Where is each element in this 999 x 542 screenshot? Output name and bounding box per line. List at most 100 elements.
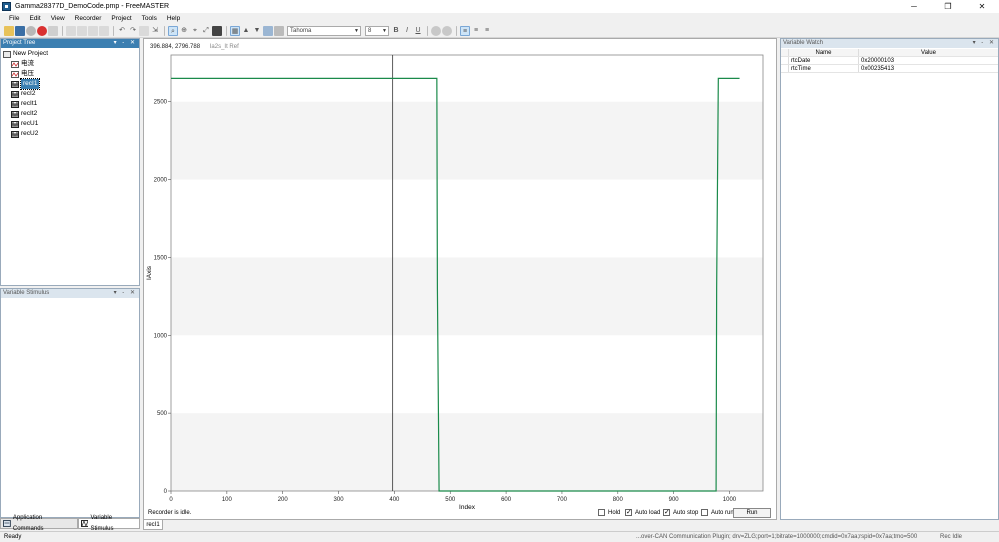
italic-icon[interactable]: I <box>402 26 412 36</box>
restore-button[interactable]: ❐ <box>931 0 965 13</box>
column-name[interactable]: Name <box>789 49 859 56</box>
status-ready: Ready <box>4 534 22 540</box>
auto-run-checkbox[interactable] <box>701 509 708 516</box>
column-value[interactable]: Value <box>859 49 998 56</box>
tree-item[interactable]: recI2 <box>11 89 35 99</box>
menu-recorder[interactable]: Recorder <box>70 13 107 24</box>
print-icon[interactable] <box>139 25 149 36</box>
scale-icon[interactable]: ⇲ <box>150 26 160 36</box>
tab-recI1[interactable]: recI1 <box>143 520 163 530</box>
font-name-select[interactable]: Tahoma ▼ <box>287 25 361 36</box>
cut-icon[interactable] <box>99 25 109 36</box>
recorder-icon <box>11 90 19 98</box>
select-icon[interactable]: ⊕ <box>179 26 189 36</box>
bold-icon[interactable]: B <box>391 26 401 36</box>
tree-item-label: recU1 <box>21 120 39 127</box>
copy-icon[interactable] <box>77 25 87 36</box>
menu-view[interactable]: View <box>46 13 70 24</box>
export-icon[interactable] <box>263 25 273 36</box>
redo-icon[interactable]: ↷ <box>128 26 138 36</box>
grid-icon[interactable]: ▦ <box>230 25 240 36</box>
align-right-icon[interactable]: ≡ <box>482 26 492 36</box>
tree-item[interactable]: recU2 <box>11 129 38 139</box>
font-size-select[interactable]: 8 ▼ <box>365 25 389 36</box>
align-left-icon[interactable]: ≡ <box>460 25 470 36</box>
row-gutter <box>781 57 789 64</box>
title-bar: Gamma28377D_DemoCode.pmp - FreeMASTER ─ … <box>0 0 999 13</box>
cursor-icon[interactable]: ⌖ <box>190 26 200 36</box>
menu-tools[interactable]: Tools <box>137 13 162 24</box>
x-tick-label: 1000 <box>723 497 737 503</box>
tab-application-commands[interactable]: Application Commands <box>0 515 78 532</box>
menu-project[interactable]: Project <box>106 13 136 24</box>
tree-item[interactable]: recIt1 <box>11 99 37 109</box>
zoom-icon[interactable]: ⌕ <box>168 25 178 36</box>
tree-item[interactable]: 电流 <box>11 59 34 69</box>
fill-icon[interactable] <box>442 25 452 36</box>
undo-icon[interactable]: ↶ <box>117 26 127 36</box>
tree-item[interactable]: recIt2 <box>11 109 37 119</box>
arrow-up-icon[interactable]: ▲ <box>241 26 251 36</box>
run-button[interactable]: Run <box>733 508 771 518</box>
tree-root[interactable]: New Project <box>3 49 48 59</box>
status-connection: ...over-CAN Communication Plugin; drv=ZL… <box>636 534 918 540</box>
tree-item-label: 电流 <box>21 60 34 67</box>
pane-controls[interactable]: ▾ ‑ ✕ <box>973 39 996 48</box>
save-icon[interactable] <box>15 25 25 36</box>
app-icon <box>2 2 11 11</box>
minimize-button[interactable]: ─ <box>897 0 931 13</box>
stop-icon[interactable] <box>37 25 47 36</box>
tree-item[interactable]: recI1 <box>11 78 41 90</box>
auto-run-option[interactable]: Auto run <box>701 509 734 516</box>
auto-load-option[interactable]: Auto load <box>625 508 660 516</box>
menu-help[interactable]: Help <box>162 13 185 24</box>
auto-load-checkbox[interactable] <box>625 508 632 516</box>
zoom-fit-icon[interactable]: ⤢ <box>201 26 211 36</box>
align-center-icon[interactable]: ≡ <box>471 26 481 36</box>
x-tick-label: 200 <box>278 497 289 503</box>
open-icon[interactable] <box>4 25 14 36</box>
recorder-icon <box>11 80 19 88</box>
underline-icon[interactable]: U <box>413 26 423 36</box>
toolbar-separator <box>62 25 63 36</box>
new-icon[interactable] <box>66 25 76 36</box>
recorder-chart[interactable]: 0 100 200 300 400 500 600 700 800 900 1000 0 500 1000… <box>144 51 776 516</box>
auto-stop-option[interactable]: Auto stop <box>663 508 699 516</box>
window-title: Gamma28377D_DemoCode.pmp - FreeMASTER <box>15 3 170 10</box>
color-icon[interactable] <box>431 25 441 36</box>
cursor-readout: 396.884, 2796.788 <box>150 44 201 50</box>
pane-controls[interactable]: ▾ ‑ ✕ <box>114 289 137 298</box>
recorder-icon <box>11 100 19 108</box>
y-tick-label: 2500 <box>154 100 168 106</box>
hold-option[interactable]: Hold <box>598 509 620 516</box>
comm-icon[interactable] <box>26 25 36 36</box>
auto-stop-label: Auto stop <box>673 509 699 516</box>
table-row[interactable]: rtcTime 0x00235413 <box>781 65 998 73</box>
auto-stop-checkbox[interactable] <box>663 508 670 516</box>
pause-icon[interactable] <box>48 25 58 36</box>
pane-controls[interactable]: ▾ ‑ ✕ <box>114 39 137 48</box>
close-button[interactable]: ✕ <box>965 0 999 13</box>
hold-checkbox[interactable] <box>598 509 605 516</box>
variable-stimulus-title: Variable Stimulus <box>3 290 50 296</box>
tree-item[interactable]: 电压 <box>11 69 34 79</box>
watch-var-name: rtcDate <box>789 57 859 64</box>
arrow-down-icon[interactable]: ▼ <box>252 26 262 36</box>
x-tick-label: 900 <box>669 497 680 503</box>
status-bar: Ready ...over-CAN Communication Plugin; … <box>0 531 999 542</box>
paste-icon[interactable] <box>88 25 98 36</box>
tab-variable-stimulus[interactable]: Variable Stimulus <box>77 515 140 532</box>
tree-item[interactable]: recU1 <box>11 119 38 129</box>
chevron-down-icon: ▼ <box>354 27 359 34</box>
x-tick-label: 800 <box>613 497 624 503</box>
properties-icon[interactable] <box>274 25 284 36</box>
x-tick-label: 400 <box>389 497 400 503</box>
plot-band <box>171 413 763 491</box>
menu-edit[interactable]: Edit <box>24 13 45 24</box>
oscilloscope-icon <box>11 60 19 68</box>
table-row[interactable]: rtcDate 0x20000103 <box>781 57 998 65</box>
lock-icon[interactable] <box>212 25 222 36</box>
row-gutter <box>781 49 789 56</box>
legend-ref: Ia2s_It Ref <box>209 44 239 50</box>
menu-file[interactable]: File <box>4 13 24 24</box>
